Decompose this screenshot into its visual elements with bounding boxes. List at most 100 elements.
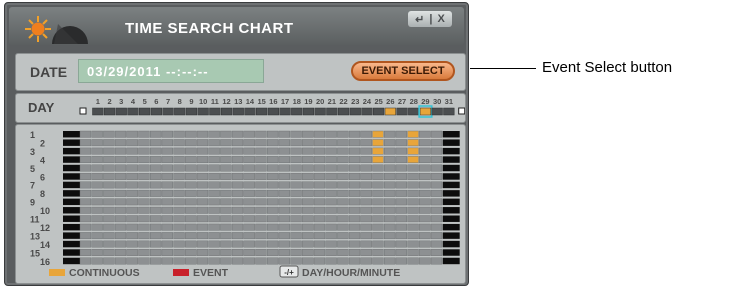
timeline-cell[interactable] [348, 198, 361, 206]
timeline-cell[interactable] [103, 249, 115, 256]
timeline-cell[interactable] [173, 189, 185, 197]
timeline-cell[interactable] [266, 147, 279, 155]
timeline-cell[interactable] [208, 240, 220, 248]
timeline-cell[interactable] [243, 206, 255, 214]
timeline-cell[interactable] [126, 189, 138, 197]
timeline-cell[interactable] [360, 164, 372, 172]
timeline-cell[interactable] [173, 130, 185, 138]
timeline-cell[interactable] [103, 240, 115, 248]
day-cell[interactable] [256, 107, 268, 116]
timeline-cell[interactable] [79, 139, 92, 147]
timeline-cell[interactable] [103, 257, 115, 265]
recording-cell[interactable] [407, 156, 419, 164]
timeline-cell[interactable] [149, 189, 162, 197]
timeline-cell[interactable] [231, 232, 244, 240]
timeline-cell[interactable] [372, 173, 384, 180]
timeline-cell[interactable] [138, 164, 150, 172]
timeline-cell[interactable] [114, 181, 127, 189]
timeline-cell[interactable] [149, 240, 162, 248]
timeline-cell[interactable] [302, 215, 314, 223]
day-cell[interactable] [314, 107, 326, 116]
timeline-cell[interactable] [103, 173, 115, 180]
timeline-cell[interactable] [185, 232, 197, 240]
timeline-cell[interactable] [395, 240, 407, 248]
timeline-cell[interactable] [302, 130, 314, 138]
timeline-cell[interactable] [114, 257, 127, 265]
timeline-cell[interactable] [278, 139, 290, 147]
timeline-cell[interactable] [266, 181, 279, 189]
timeline-cell[interactable] [372, 181, 384, 189]
timeline-cell[interactable] [173, 223, 185, 231]
timeline-cell[interactable] [255, 223, 267, 231]
timeline-cell[interactable] [430, 173, 443, 180]
timeline-cell[interactable] [278, 223, 290, 231]
timeline-cell[interactable] [114, 147, 127, 155]
timeline-cell[interactable] [325, 164, 337, 172]
timeline-cell[interactable] [325, 130, 337, 138]
timeline-cell[interactable] [325, 223, 337, 231]
timeline-cell[interactable] [185, 215, 197, 223]
timeline-cell[interactable] [372, 257, 384, 265]
timeline-cell[interactable] [208, 206, 220, 214]
timeline-cell[interactable] [290, 164, 302, 172]
timeline-cell[interactable] [185, 156, 197, 164]
timeline-cell[interactable] [161, 240, 173, 248]
timeline-cell[interactable] [290, 223, 302, 231]
timeline-cell[interactable] [278, 156, 290, 164]
timeline-cell[interactable] [384, 130, 396, 138]
timeline-cell[interactable] [384, 206, 396, 214]
timeline-cell[interactable] [173, 173, 185, 180]
timeline-cell[interactable] [407, 206, 419, 214]
timeline-cell[interactable] [255, 156, 267, 164]
timeline-cell[interactable] [231, 223, 244, 231]
recording-cell[interactable] [372, 139, 384, 147]
timeline-cell[interactable] [407, 215, 419, 223]
timeline-cell[interactable] [407, 240, 419, 248]
timeline-cell[interactable] [372, 249, 384, 256]
timeline-cell[interactable] [173, 139, 185, 147]
timeline-cell[interactable] [278, 240, 290, 248]
timeline-cell[interactable] [419, 206, 431, 214]
timeline-cell[interactable] [126, 257, 138, 265]
day-cell[interactable] [408, 107, 420, 116]
timeline-cell[interactable] [243, 232, 255, 240]
timeline-cell[interactable] [126, 147, 138, 155]
timeline-cell[interactable] [79, 173, 92, 180]
close-icon[interactable]: X [437, 13, 444, 25]
timeline-cell[interactable] [138, 189, 150, 197]
timeline-cell[interactable] [161, 139, 173, 147]
day-cell[interactable] [291, 107, 303, 116]
timeline-cell[interactable] [407, 232, 419, 240]
timeline-cell[interactable] [231, 240, 244, 248]
timeline-cell[interactable] [103, 206, 115, 214]
timeline-cell[interactable] [103, 147, 115, 155]
timeline-cell[interactable] [384, 257, 396, 265]
timeline-cell[interactable] [302, 181, 314, 189]
timeline-cell[interactable] [91, 139, 103, 147]
timeline-cell[interactable] [430, 147, 443, 155]
timeline-cell[interactable] [161, 164, 173, 172]
timeline-cell[interactable] [337, 223, 349, 231]
day-cell[interactable] [279, 107, 291, 116]
timeline-cell[interactable] [91, 240, 103, 248]
timeline-cell[interactable] [407, 181, 419, 189]
timeline-cell[interactable] [337, 147, 349, 155]
timeline-cell[interactable] [302, 249, 314, 256]
timeline-cell[interactable] [348, 164, 361, 172]
timeline-cell[interactable] [126, 249, 138, 256]
timeline-cell[interactable] [220, 206, 232, 214]
timeline-cell[interactable] [138, 257, 150, 265]
day-cell[interactable] [384, 107, 396, 116]
timeline-cell[interactable] [161, 147, 173, 155]
timeline-cell[interactable] [384, 181, 396, 189]
day-cell[interactable] [431, 107, 443, 116]
day-cell[interactable] [337, 107, 350, 116]
timeline-cell[interactable] [278, 249, 290, 256]
timeline-cell[interactable] [231, 206, 244, 214]
timeline-cell[interactable] [255, 240, 267, 248]
timeline-cell[interactable] [290, 181, 302, 189]
day-cell[interactable] [115, 107, 127, 116]
timeline-cell[interactable] [103, 164, 115, 172]
timeline-cell[interactable] [138, 181, 150, 189]
timeline-cell[interactable] [337, 240, 349, 248]
